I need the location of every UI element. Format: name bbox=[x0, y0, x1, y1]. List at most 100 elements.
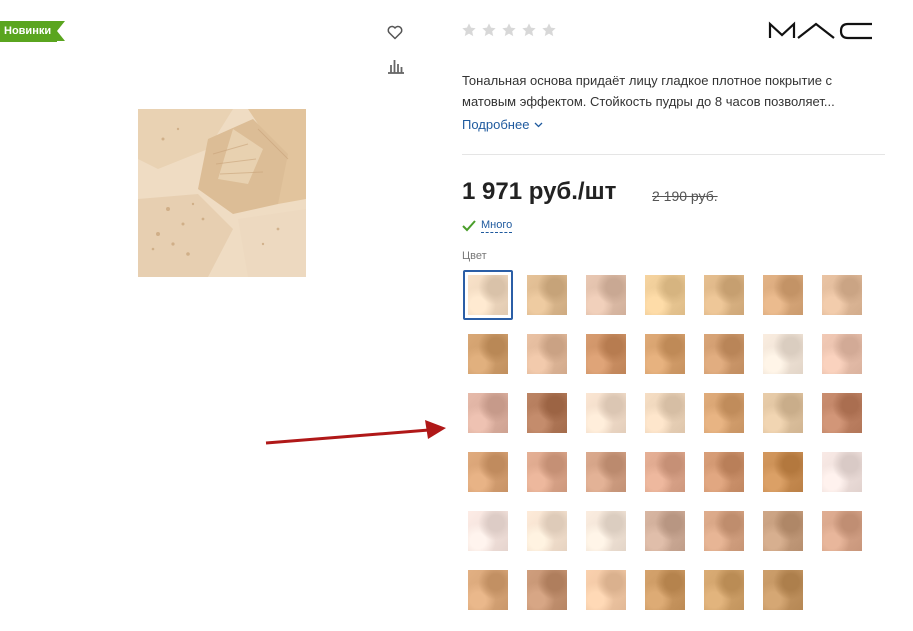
check-icon bbox=[462, 220, 476, 232]
star-icon[interactable] bbox=[461, 22, 477, 38]
color-swatch[interactable] bbox=[522, 388, 572, 438]
color-swatch[interactable] bbox=[640, 447, 690, 497]
color-swatch[interactable] bbox=[463, 388, 513, 438]
swatch-texture bbox=[468, 452, 508, 492]
swatch-texture bbox=[704, 334, 744, 374]
color-swatch[interactable] bbox=[640, 270, 690, 320]
product-image[interactable] bbox=[138, 109, 306, 277]
swatch-texture bbox=[468, 570, 508, 610]
red-arrow-annotation bbox=[265, 420, 446, 445]
color-swatch[interactable] bbox=[699, 270, 749, 320]
product-description: Тональная основа придаёт лицу гладкое пл… bbox=[462, 73, 835, 109]
bar-chart-icon[interactable] bbox=[387, 57, 405, 75]
swatch-texture bbox=[468, 334, 508, 374]
color-swatch[interactable] bbox=[522, 447, 572, 497]
swatch-texture bbox=[468, 393, 508, 433]
color-swatch[interactable] bbox=[522, 329, 572, 379]
swatch-texture bbox=[704, 452, 744, 492]
swatch-texture bbox=[763, 511, 803, 551]
color-swatch[interactable] bbox=[758, 506, 808, 556]
swatch-texture bbox=[527, 275, 567, 315]
color-swatch[interactable] bbox=[758, 270, 808, 320]
swatch-texture bbox=[763, 452, 803, 492]
swatch-texture bbox=[527, 452, 567, 492]
swatch-texture bbox=[527, 511, 567, 551]
color-swatch[interactable] bbox=[463, 329, 513, 379]
swatch-texture bbox=[586, 511, 626, 551]
color-swatch[interactable] bbox=[817, 270, 867, 320]
swatch-texture bbox=[527, 334, 567, 374]
color-swatch[interactable] bbox=[522, 506, 572, 556]
color-swatch[interactable] bbox=[699, 329, 749, 379]
powder-texture bbox=[138, 109, 306, 277]
star-icon[interactable] bbox=[481, 22, 497, 38]
color-swatch[interactable] bbox=[581, 447, 631, 497]
color-swatch[interactable] bbox=[758, 329, 808, 379]
swatch-texture bbox=[822, 275, 862, 315]
stock-label[interactable]: Много bbox=[481, 219, 513, 233]
color-swatch[interactable] bbox=[817, 329, 867, 379]
color-swatch[interactable] bbox=[463, 270, 513, 320]
color-swatch[interactable] bbox=[758, 388, 808, 438]
swatch-texture bbox=[468, 275, 508, 315]
more-link[interactable]: Подробнее bbox=[462, 117, 543, 132]
swatch-texture bbox=[822, 511, 862, 551]
color-swatch[interactable] bbox=[522, 565, 572, 615]
swatch-texture bbox=[586, 452, 626, 492]
star-icon[interactable] bbox=[501, 22, 517, 38]
old-price: 2 190 руб. bbox=[652, 188, 718, 204]
color-label: Цвет bbox=[462, 250, 487, 262]
color-swatch[interactable] bbox=[699, 565, 749, 615]
color-swatch[interactable] bbox=[817, 388, 867, 438]
star-icon[interactable] bbox=[541, 22, 557, 38]
swatch-texture bbox=[645, 393, 685, 433]
color-swatch[interactable] bbox=[699, 388, 749, 438]
color-swatch[interactable] bbox=[640, 388, 690, 438]
swatch-texture bbox=[527, 393, 567, 433]
color-swatch[interactable] bbox=[463, 506, 513, 556]
color-swatch[interactable] bbox=[581, 270, 631, 320]
color-swatch[interactable] bbox=[581, 388, 631, 438]
color-swatch[interactable] bbox=[758, 447, 808, 497]
swatch-texture bbox=[586, 570, 626, 610]
color-swatch[interactable] bbox=[699, 506, 749, 556]
color-swatch[interactable] bbox=[463, 565, 513, 615]
swatch-texture bbox=[822, 393, 862, 433]
divider bbox=[462, 154, 885, 155]
more-link-label[interactable]: Подробнее bbox=[462, 117, 529, 132]
color-swatch[interactable] bbox=[640, 506, 690, 556]
swatch-texture bbox=[704, 511, 744, 551]
color-swatch[interactable] bbox=[699, 447, 749, 497]
swatch-texture bbox=[704, 570, 744, 610]
swatch-texture bbox=[645, 511, 685, 551]
swatch-texture bbox=[645, 275, 685, 315]
swatch-texture bbox=[704, 275, 744, 315]
color-swatch[interactable] bbox=[522, 270, 572, 320]
color-swatch[interactable] bbox=[640, 565, 690, 615]
chevron-down-icon bbox=[534, 122, 543, 127]
color-swatch[interactable] bbox=[758, 565, 808, 615]
color-swatch[interactable] bbox=[581, 329, 631, 379]
color-swatch[interactable] bbox=[463, 447, 513, 497]
new-badge: Новинки bbox=[0, 21, 66, 42]
current-price: 1 971 руб./шт bbox=[462, 178, 617, 205]
swatch-texture bbox=[645, 570, 685, 610]
swatch-texture bbox=[586, 275, 626, 315]
color-swatch[interactable] bbox=[817, 506, 867, 556]
color-swatch[interactable] bbox=[640, 329, 690, 379]
swatch-texture bbox=[586, 393, 626, 433]
swatch-texture bbox=[763, 275, 803, 315]
color-swatch[interactable] bbox=[817, 447, 867, 497]
color-swatch[interactable] bbox=[581, 506, 631, 556]
swatch-texture bbox=[822, 452, 862, 492]
stock-status: Много bbox=[462, 219, 513, 233]
color-swatch[interactable] bbox=[581, 565, 631, 615]
heart-icon[interactable] bbox=[386, 23, 404, 41]
star-icon[interactable] bbox=[521, 22, 537, 38]
swatch-texture bbox=[645, 452, 685, 492]
rating-stars[interactable] bbox=[461, 22, 557, 38]
brand-logo[interactable] bbox=[768, 21, 876, 41]
swatch-texture bbox=[763, 393, 803, 433]
swatch-texture bbox=[645, 334, 685, 374]
swatch-texture bbox=[586, 334, 626, 374]
